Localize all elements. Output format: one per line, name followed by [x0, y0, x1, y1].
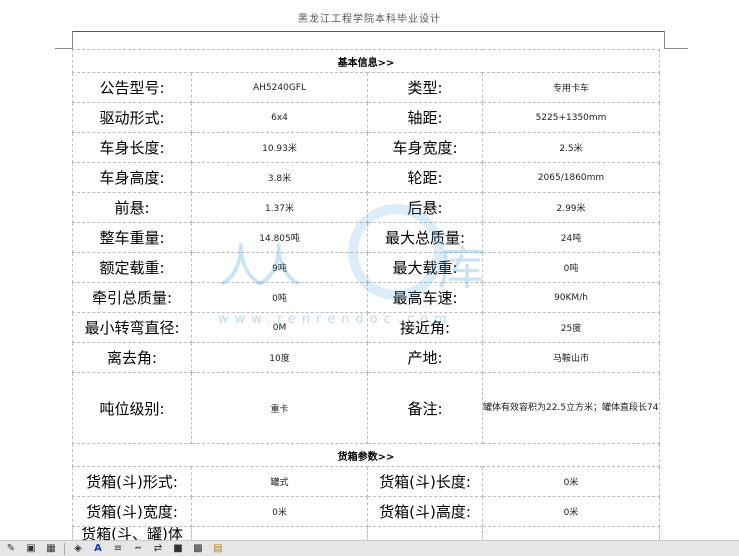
table-row: 车身高度: 3.8米 轮距: 2065/1860mm	[72, 162, 661, 193]
table-row: 最小转弯直径: 0M 接近角: 25度	[72, 312, 661, 343]
drawing-toolbar: ✎ ▣ ▦ ◈ A ≡ ┅ ⇄ ■ ▩ ▤	[0, 540, 739, 556]
value-cell: 专用卡车	[481, 72, 661, 103]
label-cell: 轮距:	[367, 162, 483, 193]
section-basic-info: 基本信息>>	[71, 49, 661, 73]
label-cell: 后悬:	[367, 192, 483, 223]
value-cell: 1.37米	[191, 192, 368, 223]
label-cell: 车身宽度:	[367, 132, 483, 163]
label-cell: 车身高度:	[72, 162, 192, 193]
label-cell: 备注:	[367, 372, 483, 444]
header-rule	[72, 31, 664, 32]
value-cell: 0M	[191, 312, 368, 343]
label-cell: 货箱(斗)高度:	[367, 496, 483, 527]
label-cell: 最小转弯直径:	[72, 312, 192, 343]
3d-icon[interactable]: ▩	[191, 543, 205, 555]
value-cell: 14.805吨	[191, 222, 368, 253]
label-cell: 轴距:	[367, 102, 483, 133]
value-cell: 罐式	[191, 466, 368, 497]
label-cell: 货箱(斗)长度:	[367, 466, 483, 497]
value-cell: 10.93米	[191, 132, 368, 163]
table-row: 额定载重: 9吨 最大载重: 0吨	[72, 252, 661, 283]
image-icon[interactable]: ▣	[24, 543, 38, 555]
label-cell: 整车重量:	[72, 222, 192, 253]
line-style-icon[interactable]: ≡	[111, 543, 125, 555]
label-cell: 接近角:	[367, 312, 483, 343]
value-cell: 2.5米	[481, 132, 661, 163]
label-cell: 类型:	[367, 72, 483, 103]
crop-mark-left	[55, 48, 73, 49]
value-cell: 2.99米	[481, 192, 661, 223]
value-cell: 24吨	[481, 222, 661, 253]
value-cell: 0吨	[481, 252, 661, 283]
label-cell: 驱动形式:	[72, 102, 192, 133]
label-cell: 吨位级别:	[72, 372, 192, 444]
table-row: 车身长度: 10.93米 车身宽度: 2.5米	[72, 132, 661, 163]
label-cell: 货箱(斗)形式:	[72, 466, 192, 497]
vehicle-spec-table: 基本信息>> 公告型号: AH5240GFL 类型: 专用卡车 驱动形式: 6x…	[71, 49, 661, 542]
value-cell: 90KM/h	[481, 282, 661, 313]
table-row: 货箱(斗)宽度: 0米 货箱(斗)高度: 0米	[72, 496, 661, 527]
toolbar-separator	[64, 542, 65, 555]
shape-icon[interactable]: ▦	[44, 543, 58, 555]
value-cell: 2065/1860mm	[481, 162, 661, 193]
label-cell: 额定载重:	[72, 252, 192, 283]
label-cell: 最大载重:	[367, 252, 483, 283]
value-cell: 0米	[481, 496, 661, 527]
label-cell: 最大总质量:	[367, 222, 483, 253]
value-cell: 25度	[481, 312, 661, 343]
label-cell: 最高车速:	[367, 282, 483, 313]
shadow-icon[interactable]: ■	[171, 543, 185, 555]
label-cell: 车身长度:	[72, 132, 192, 163]
label-cell: 牵引总质量:	[72, 282, 192, 313]
table-row: 离去角: 10度 产地: 马鞍山市	[72, 342, 661, 373]
label-cell: 产地:	[367, 342, 483, 373]
label-cell: 前悬:	[72, 192, 192, 223]
draw-icon[interactable]: ✎	[4, 543, 18, 555]
value-cell: 马鞍山市	[481, 342, 661, 373]
value-cell: 0吨	[191, 282, 368, 313]
table-row: 牵引总质量: 0吨 最高车速: 90KM/h	[72, 282, 661, 313]
crop-mark-right-vertical	[664, 31, 665, 48]
table-row: 整车重量: 14.805吨 最大总质量: 24吨	[72, 222, 661, 253]
arrow-style-icon[interactable]: ⇄	[151, 543, 165, 555]
fill-icon[interactable]: ◈	[71, 543, 85, 555]
table-row: 货箱(斗)形式: 罐式 货箱(斗)长度: 0米	[72, 466, 661, 497]
crop-mark-left-vertical	[72, 31, 73, 48]
table-row: 公告型号: AH5240GFL 类型: 专用卡车	[72, 72, 661, 103]
table-row: 吨位级别: 重卡 备注: 罐体有效容积为22.5立方米；罐体直段长7450mm，…	[72, 372, 661, 444]
label-cell: 公告型号:	[72, 72, 192, 103]
font-color-icon[interactable]: A	[91, 543, 105, 555]
table-row: 驱动形式: 6x4 轴距: 5225+1350mm	[72, 102, 661, 133]
value-cell: 3.8米	[191, 162, 368, 193]
dash-style-icon[interactable]: ┅	[131, 543, 145, 555]
crop-mark-right	[664, 48, 688, 49]
value-cell: 5225+1350mm	[481, 102, 661, 133]
label-cell: 货箱(斗)宽度:	[72, 496, 192, 527]
value-cell: 9吨	[191, 252, 368, 283]
value-cell: 10度	[191, 342, 368, 373]
remarks-cell: 罐体有效容积为22.5立方米；罐体直段长7450mm，直径为2190mm。运输介…	[481, 372, 661, 444]
picture-icon[interactable]: ▤	[211, 543, 225, 555]
table-row: 前悬: 1.37米 后悬: 2.99米	[72, 192, 661, 223]
page-header-title: 黑龙江工程学院本科毕业设计	[298, 14, 441, 25]
value-cell: 0米	[191, 496, 368, 527]
value-cell: 重卡	[191, 372, 368, 444]
value-cell: AH5240GFL	[191, 72, 368, 103]
value-cell: 6x4	[191, 102, 368, 133]
label-cell: 离去角:	[72, 342, 192, 373]
section-cargo-params: 货箱参数>>	[71, 443, 661, 467]
value-cell: 0米	[481, 466, 661, 497]
